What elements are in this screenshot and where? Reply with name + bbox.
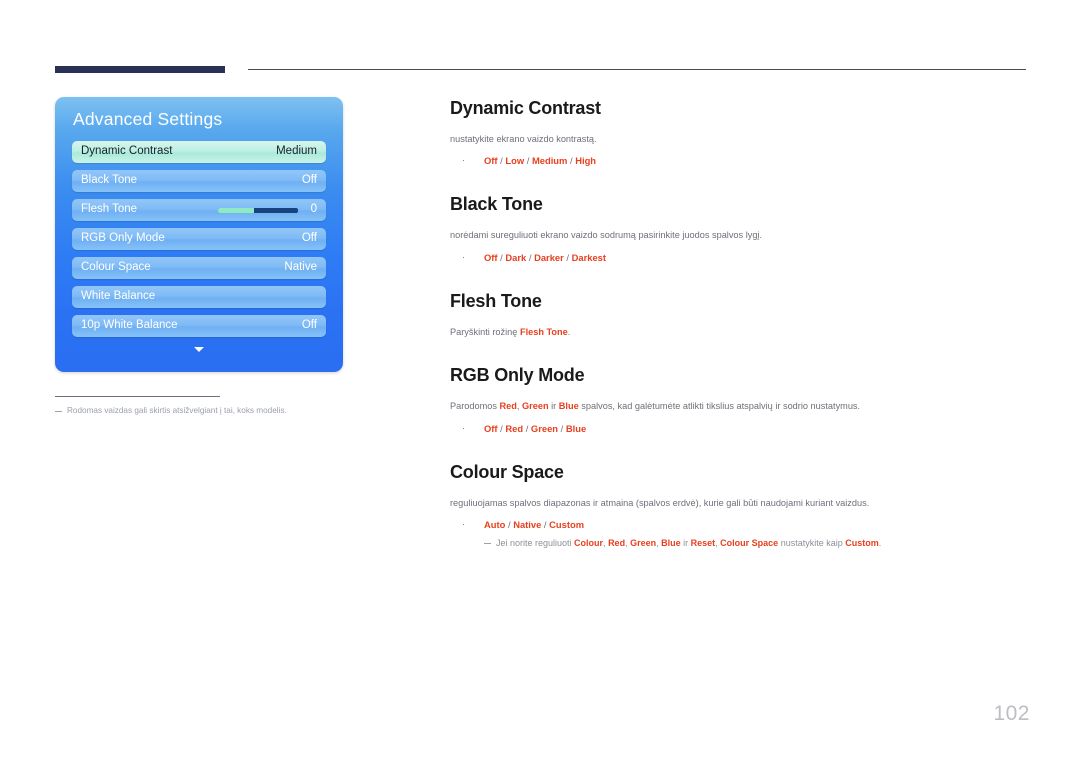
- option-list: Auto / Native / Custom: [484, 519, 585, 531]
- option-list: Off / Dark / Darker / Darkest: [484, 251, 607, 263]
- osd-row-label: Dynamic Contrast: [81, 145, 173, 157]
- note-accent-colour: Colour: [574, 538, 604, 549]
- section-subnote: Jei norite reguliuoti Colour, Red, Green…: [484, 537, 1030, 550]
- page-header-rules: [0, 0, 1080, 90]
- section-description: norėdami sureguliuoti ekrano vaizdo sodr…: [450, 230, 763, 241]
- osd-row-label: Flesh Tone: [81, 203, 138, 215]
- osd-row-value: 0: [310, 203, 317, 215]
- option-list: Off / Low / Medium / High: [484, 155, 597, 167]
- osd-row-slider[interactable]: [218, 208, 298, 213]
- desc-text-4: spalvos, kad galėtumėte atlikti tikslius…: [578, 401, 861, 412]
- note-text-8: .: [878, 538, 882, 549]
- desc-accent-term: Flesh Tone: [519, 326, 568, 337]
- note-accent-green: Green: [630, 538, 657, 549]
- manual-content-column: Dynamic Contrast nustatykite ekrano vaiz…: [450, 98, 1030, 550]
- osd-row-rgb-only-mode[interactable]: RGB Only Mode Off: [72, 228, 326, 250]
- bullet-dot-icon: ·: [462, 519, 465, 530]
- osd-row-white-balance[interactable]: White Balance: [72, 286, 326, 308]
- osd-row-value: Off: [301, 319, 317, 331]
- osd-row-value: Off: [301, 174, 317, 186]
- osd-menu-list: Dynamic Contrast Medium Black Tone Off Flesh…: [72, 141, 326, 344]
- desc-text-post: .: [567, 326, 571, 337]
- osd-row-value: Native: [284, 261, 317, 273]
- osd-row-black-tone[interactable]: Black Tone Off: [72, 170, 326, 192]
- desc-text-1: Parodomos: [450, 401, 500, 412]
- osd-row-colour-space[interactable]: Colour Space Native: [72, 257, 326, 279]
- header-divider-line: [248, 69, 1026, 70]
- section-black-tone: Black Tone norėdami sureguliuoti ekrano …: [450, 194, 1030, 264]
- osd-row-label: Colour Space: [81, 261, 151, 273]
- desc-accent-blue: Blue: [558, 401, 579, 412]
- panel-footnote-text: Rodomas vaizdas gali skirtis atsižvelgia…: [67, 406, 287, 415]
- osd-row-10p-white-balance[interactable]: 10p White Balance Off: [72, 315, 326, 337]
- osd-row-dynamic-contrast[interactable]: Dynamic Contrast Medium: [72, 141, 326, 163]
- section-heading: Flesh Tone: [450, 290, 542, 311]
- panel-footnote-row: Rodomas vaizdas gali skirtis atsižvelgia…: [55, 405, 385, 416]
- note-text-1: Jei norite reguliuoti: [496, 538, 575, 549]
- osd-row-label: 10p White Balance: [81, 319, 178, 331]
- section-heading: Black Tone: [450, 194, 543, 215]
- section-heading: Dynamic Contrast: [450, 98, 601, 118]
- option-bullet-row: · Off / Red / Green / Blue: [450, 422, 1030, 436]
- note-text-7: nustatykite kaip: [778, 538, 846, 549]
- bullet-dot-icon: ·: [462, 422, 465, 433]
- dash-marker-icon: [484, 543, 491, 545]
- section-dynamic-contrast: Dynamic Contrast nustatykite ekrano vaiz…: [450, 98, 1030, 168]
- section-rgb-only-mode: RGB Only Mode Parodomos Red, Green ir Bl…: [450, 365, 1030, 435]
- panel-footnote: Rodomas vaizdas gali skirtis atsižvelgia…: [55, 396, 385, 416]
- osd-row-label: White Balance: [81, 290, 156, 302]
- osd-row-label: RGB Only Mode: [81, 232, 165, 244]
- bullet-dot-icon: ·: [462, 251, 465, 262]
- header-accent-bar: [55, 66, 225, 73]
- note-accent-blue: Blue: [661, 538, 681, 549]
- section-description: nustatykite ekrano vaizdo kontrastą.: [450, 134, 597, 144]
- option-bullet-row: · Off / Dark / Darker / Darkest: [450, 251, 1030, 265]
- panel-footnote-rule: [55, 396, 220, 397]
- option-bullet-row: · Off / Low / Medium / High: [450, 154, 1030, 168]
- option-bullet-row: · Auto / Native / Custom: [450, 518, 1030, 532]
- note-accent-red: Red: [608, 538, 626, 549]
- note-text-5: ir: [680, 538, 691, 549]
- osd-row-value: Medium: [276, 145, 317, 157]
- desc-accent-green: Green: [522, 401, 549, 412]
- section-description: Parodomos Red, Green ir Blue spalvos, ka…: [450, 400, 1030, 413]
- section-description: Paryškinti rožinę Flesh Tone.: [450, 326, 1030, 339]
- desc-text-pre: Paryškinti rožinę: [450, 326, 520, 337]
- option-list: Off / Red / Green / Blue: [484, 422, 587, 434]
- osd-row-flesh-tone[interactable]: Flesh Tone 0: [72, 199, 326, 221]
- note-accent-colour-space: Colour Space: [720, 538, 779, 549]
- advanced-settings-osd-panel: Advanced Settings Dynamic Contrast Medium…: [55, 97, 343, 372]
- section-heading: RGB Only Mode: [450, 365, 585, 386]
- chevron-down-icon[interactable]: [194, 347, 204, 352]
- osd-row-value: Off: [301, 232, 317, 244]
- page-number: 102: [993, 702, 1030, 725]
- note-accent-custom: Custom: [845, 538, 879, 549]
- bullet-dot-icon: ·: [462, 155, 465, 166]
- desc-text-3: ir: [548, 401, 559, 412]
- desc-accent-red: Red: [499, 401, 517, 412]
- section-flesh-tone: Flesh Tone Paryškinti rožinę Flesh Tone.: [450, 291, 1030, 339]
- note-accent-reset: Reset: [690, 538, 716, 549]
- osd-panel-title: Advanced Settings: [73, 109, 223, 129]
- dash-marker-icon: [55, 411, 62, 412]
- osd-row-label: Black Tone: [81, 174, 138, 186]
- osd-slider-fill: [218, 208, 254, 213]
- section-colour-space: Colour Space reguliuojamas spalvos diapa…: [450, 462, 1030, 551]
- section-description: reguliuojamas spalvos diapazonas ir atma…: [450, 497, 870, 508]
- subnote-text: Jei norite reguliuoti Colour, Red, Green…: [496, 537, 881, 550]
- section-heading: Colour Space: [450, 461, 564, 482]
